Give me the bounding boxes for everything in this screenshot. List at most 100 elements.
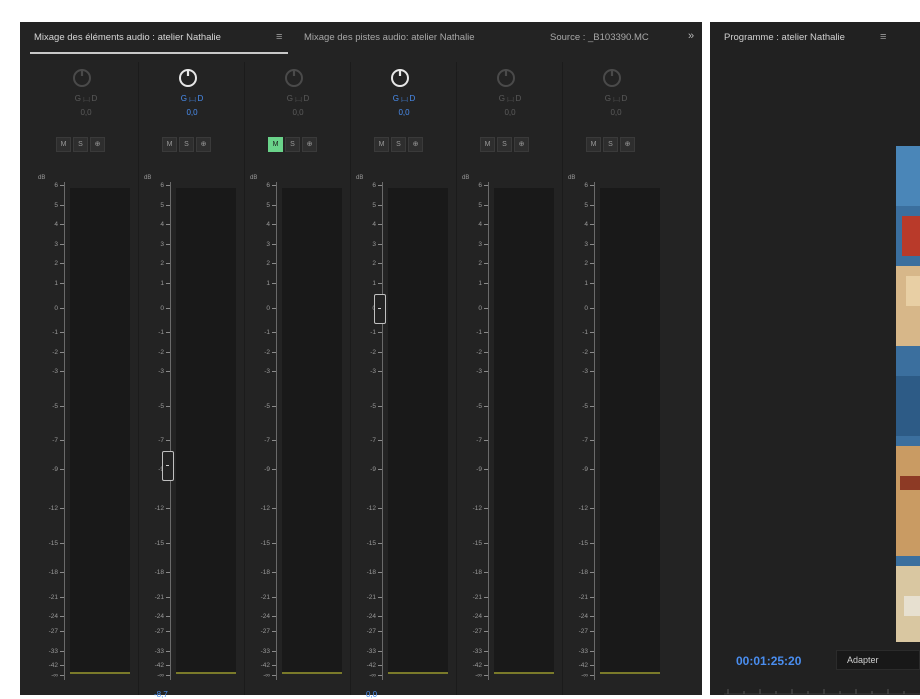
- pan-scale-icon: |.....|: [83, 97, 90, 103]
- volume-fader-handle[interactable]: [374, 293, 386, 324]
- mute-button[interactable]: M: [374, 137, 389, 152]
- mute-button[interactable]: M: [586, 137, 601, 152]
- record-button[interactable]: ⊕: [196, 137, 211, 152]
- mute-solo-record-group: M S ⊕: [586, 137, 637, 155]
- db-tick: 0: [250, 305, 276, 313]
- db-tick: 4: [356, 221, 382, 229]
- level-meter: [176, 188, 236, 674]
- db-tick: 5: [144, 202, 170, 210]
- mixer-channel: G |.....| D 0,0 MS⊕ dB 6543210-1-2-3-5-7…: [564, 62, 668, 695]
- solo-button[interactable]: S: [73, 137, 88, 152]
- db-tick: -∞: [250, 672, 276, 680]
- mute-button[interactable]: M: [268, 137, 283, 152]
- db-tick: -9: [462, 466, 488, 474]
- pan-value[interactable]: 0,0: [564, 108, 668, 117]
- pan-knob-icon[interactable]: [71, 66, 93, 88]
- pan-value[interactable]: 0,0: [246, 108, 350, 117]
- pan-knob-icon[interactable]: [601, 66, 623, 88]
- video-image: [896, 146, 920, 642]
- pan-value[interactable]: 0,0: [140, 108, 244, 117]
- db-tick: -9: [38, 466, 64, 474]
- meter-floor-line: [600, 672, 660, 674]
- db-scale-title: dB: [250, 175, 258, 181]
- db-tick: -18: [250, 569, 276, 577]
- db-tick: -5: [144, 403, 170, 411]
- db-tick: 0: [568, 305, 594, 313]
- db-tick: -27: [38, 628, 64, 636]
- mixer-channels: G |.....| D 0,0 M S ⊕ dB 6 5 4 3 2 1 0 -1 -2 -3 -5 -7…: [34, 62, 694, 699]
- mute-solo-record-group: M S ⊕: [56, 137, 107, 155]
- solo-button[interactable]: S: [391, 137, 406, 152]
- level-meter: [282, 188, 342, 674]
- db-scale-ruler: [594, 182, 595, 680]
- db-tick: -2: [250, 349, 276, 357]
- db-tick: -3: [568, 368, 594, 376]
- record-button[interactable]: ⊕: [514, 137, 529, 152]
- zoom-level-select[interactable]: Adapter: [836, 650, 920, 670]
- pan-right-label: D: [303, 94, 310, 103]
- mute-button[interactable]: M: [162, 137, 177, 152]
- pan-knob-icon[interactable]: [495, 66, 517, 88]
- tab-audio-clip-mixer[interactable]: Mixage des éléments audio : atelier Nath…: [34, 32, 221, 43]
- solo-button[interactable]: S: [497, 137, 512, 152]
- volume-fader-handle[interactable]: [162, 450, 174, 481]
- pan-value[interactable]: 0,0: [352, 108, 456, 117]
- db-tick: -15: [568, 540, 594, 548]
- record-button[interactable]: ⊕: [302, 137, 317, 152]
- db-tick: 0: [38, 305, 64, 313]
- db-tick: -5: [250, 403, 276, 411]
- db-tick: -9: [568, 466, 594, 474]
- mixer-channel: G |.....| D 0,0 MS⊕ dB 6543210-1-2-3-5-7…: [458, 62, 562, 695]
- mixer-tab-bar: Mixage des éléments audio : atelier Nath…: [20, 22, 702, 56]
- pan-scale-icon: |.....|: [507, 97, 514, 103]
- pan-scale-icon: |.....|: [189, 97, 196, 103]
- pan-scale-icon: |.....|: [295, 97, 302, 103]
- more-panels-icon[interactable]: »: [688, 30, 694, 42]
- pan-knob-icon[interactable]: [177, 66, 199, 88]
- panel-menu-icon[interactable]: ≡: [276, 31, 282, 43]
- tab-audio-track-mixer[interactable]: Mixage des pistes audio: atelier Nathali…: [304, 32, 475, 43]
- solo-button[interactable]: S: [285, 137, 300, 152]
- program-monitor-title[interactable]: Programme : atelier Nathalie: [724, 32, 845, 43]
- mute-button[interactable]: M: [56, 137, 71, 152]
- record-button[interactable]: ⊕: [90, 137, 105, 152]
- db-tick: 6: [462, 182, 488, 190]
- db-tick: 6: [38, 182, 64, 190]
- pan-right-label: D: [409, 94, 416, 103]
- meter-floor-line: [282, 672, 342, 674]
- solo-button[interactable]: S: [179, 137, 194, 152]
- db-scale-title: dB: [356, 175, 364, 181]
- solo-button[interactable]: S: [603, 137, 618, 152]
- pan-left-label: G: [392, 94, 399, 103]
- db-tick: 3: [568, 241, 594, 249]
- db-tick: 4: [38, 221, 64, 229]
- db-tick: 6: [356, 182, 382, 190]
- db-tick: -18: [462, 569, 488, 577]
- program-panel-menu-icon[interactable]: ≡: [880, 31, 886, 43]
- pan-left-label: G: [286, 94, 293, 103]
- pan-knob-icon[interactable]: [389, 66, 411, 88]
- pan-knob-icon[interactable]: [283, 66, 305, 88]
- record-button[interactable]: ⊕: [620, 137, 635, 152]
- pan-value[interactable]: 0,0: [34, 108, 138, 117]
- db-tick: -18: [144, 569, 170, 577]
- db-tick: 3: [462, 241, 488, 249]
- pan-value[interactable]: 0,0: [458, 108, 562, 117]
- mixer-channel: G |.....| D 0,0 MS⊕ dB 6543210-1-2-3-5-7…: [352, 62, 456, 699]
- db-tick: -27: [356, 628, 382, 636]
- program-video-frame: [896, 146, 920, 642]
- time-ruler[interactable]: [724, 686, 920, 695]
- db-tick: -∞: [462, 672, 488, 680]
- pan-scale-icon: |.....|: [401, 97, 408, 103]
- db-tick: -15: [250, 540, 276, 548]
- tab-source[interactable]: Source : _B103390.MC: [550, 32, 649, 43]
- db-tick: 0: [462, 305, 488, 313]
- db-tick: 4: [250, 221, 276, 229]
- meter-floor-line: [70, 672, 130, 674]
- db-tick: 1: [250, 280, 276, 288]
- db-tick: 5: [38, 202, 64, 210]
- mute-button[interactable]: M: [480, 137, 495, 152]
- playhead-timecode[interactable]: 00:01:25:20: [736, 654, 801, 668]
- record-button[interactable]: ⊕: [408, 137, 423, 152]
- db-tick: -33: [462, 648, 488, 656]
